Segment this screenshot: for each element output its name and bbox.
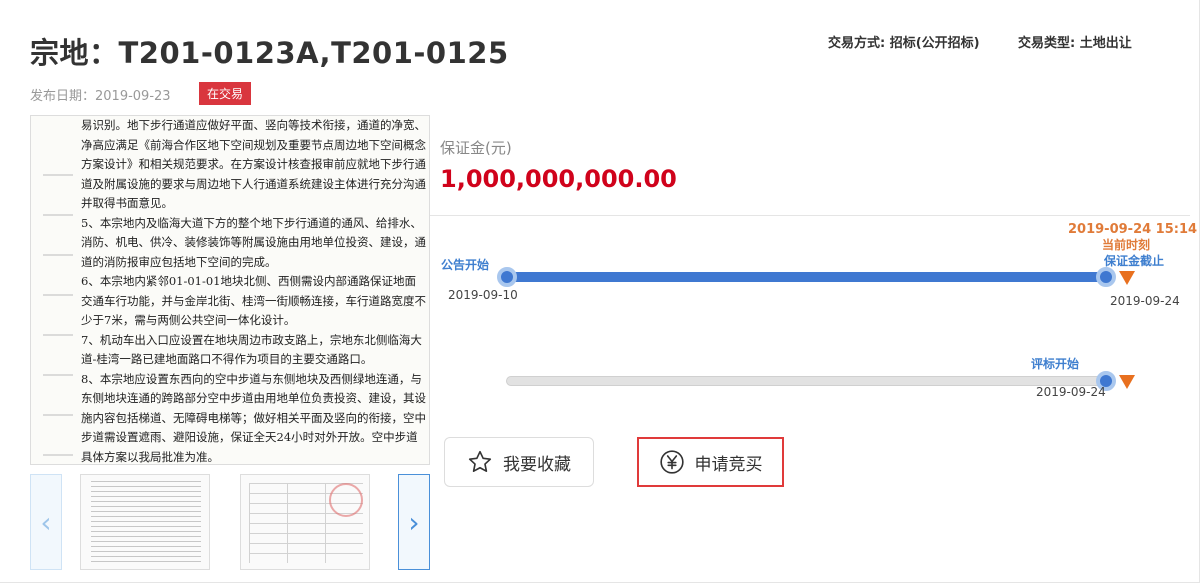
current-time-marker-icon — [1119, 271, 1135, 285]
announce-start-date: 2019-09-10 — [448, 288, 518, 302]
deposit-deadline-label: 保证金截止 — [1104, 254, 1165, 268]
current-time-label: 当前时刻 — [1102, 238, 1151, 252]
chevron-right-icon: › — [408, 505, 420, 539]
status-badge: 在交易 — [199, 82, 252, 105]
evaluation-start-date: 2019-09-24 — [1036, 385, 1106, 399]
evaluation-start-label: 评标开始 — [1031, 357, 1080, 371]
announcement-progress-track — [506, 272, 1108, 282]
deposit-label: 保证金(元) — [440, 139, 512, 157]
page-title: 宗地：T201-0123A,T201-0125 — [30, 36, 509, 70]
document-page-text: 易识别。地下步行通道应做好平面、竖向等技术衔接，通道的净宽、净高应满足《前海合作… — [81, 118, 426, 464]
star-icon — [468, 450, 492, 473]
favorite-button[interactable]: 我要收藏 — [444, 437, 594, 487]
announce-start-dot — [497, 267, 517, 287]
thumbnail-page-1[interactable] — [80, 474, 210, 570]
thumbnail-prev-button[interactable]: ‹ — [30, 474, 62, 570]
deposit-deadline-date: 2019-09-24 — [1110, 294, 1180, 308]
apply-bid-button-label: 申请竞买 — [694, 454, 763, 475]
evaluation-progress-track — [506, 376, 1108, 386]
document-margin — [43, 136, 73, 456]
trade-mode: 交易方式: 招标(公开招标) — [828, 36, 980, 51]
listing-panel: 宗地：T201-0123A,T201-0125 交易方式: 招标(公开招标) 交… — [0, 0, 1200, 583]
apply-bid-button[interactable]: 申请竞买 — [637, 437, 784, 487]
evaluation-marker-icon — [1119, 375, 1135, 389]
thumbnail-text-lines — [91, 481, 201, 565]
deposit-value: 1,000,000,000.00 — [440, 165, 677, 193]
yuan-circle-icon — [659, 450, 684, 474]
document-viewer[interactable]: 易识别。地下步行通道应做好平面、竖向等技术衔接，通道的净宽、净高应满足《前海合作… — [30, 115, 430, 465]
current-time: 2019-09-24 15:14 — [1068, 222, 1198, 237]
favorite-button-label: 我要收藏 — [503, 454, 571, 475]
trade-type: 交易类型: 土地出让 — [1018, 36, 1132, 51]
thumbnail-strip: ‹ › — [30, 474, 430, 570]
publish-date: 发布日期：2019-09-23 — [30, 89, 171, 104]
thumbnail-next-button[interactable]: › — [398, 474, 430, 570]
deposit-deadline-dot — [1096, 267, 1116, 287]
chevron-left-icon: ‹ — [40, 505, 52, 539]
announce-start-label: 公告开始 — [441, 258, 490, 272]
thumbnail-page-2[interactable] — [240, 474, 370, 570]
divider — [430, 215, 1190, 216]
stamp-icon — [329, 483, 363, 517]
